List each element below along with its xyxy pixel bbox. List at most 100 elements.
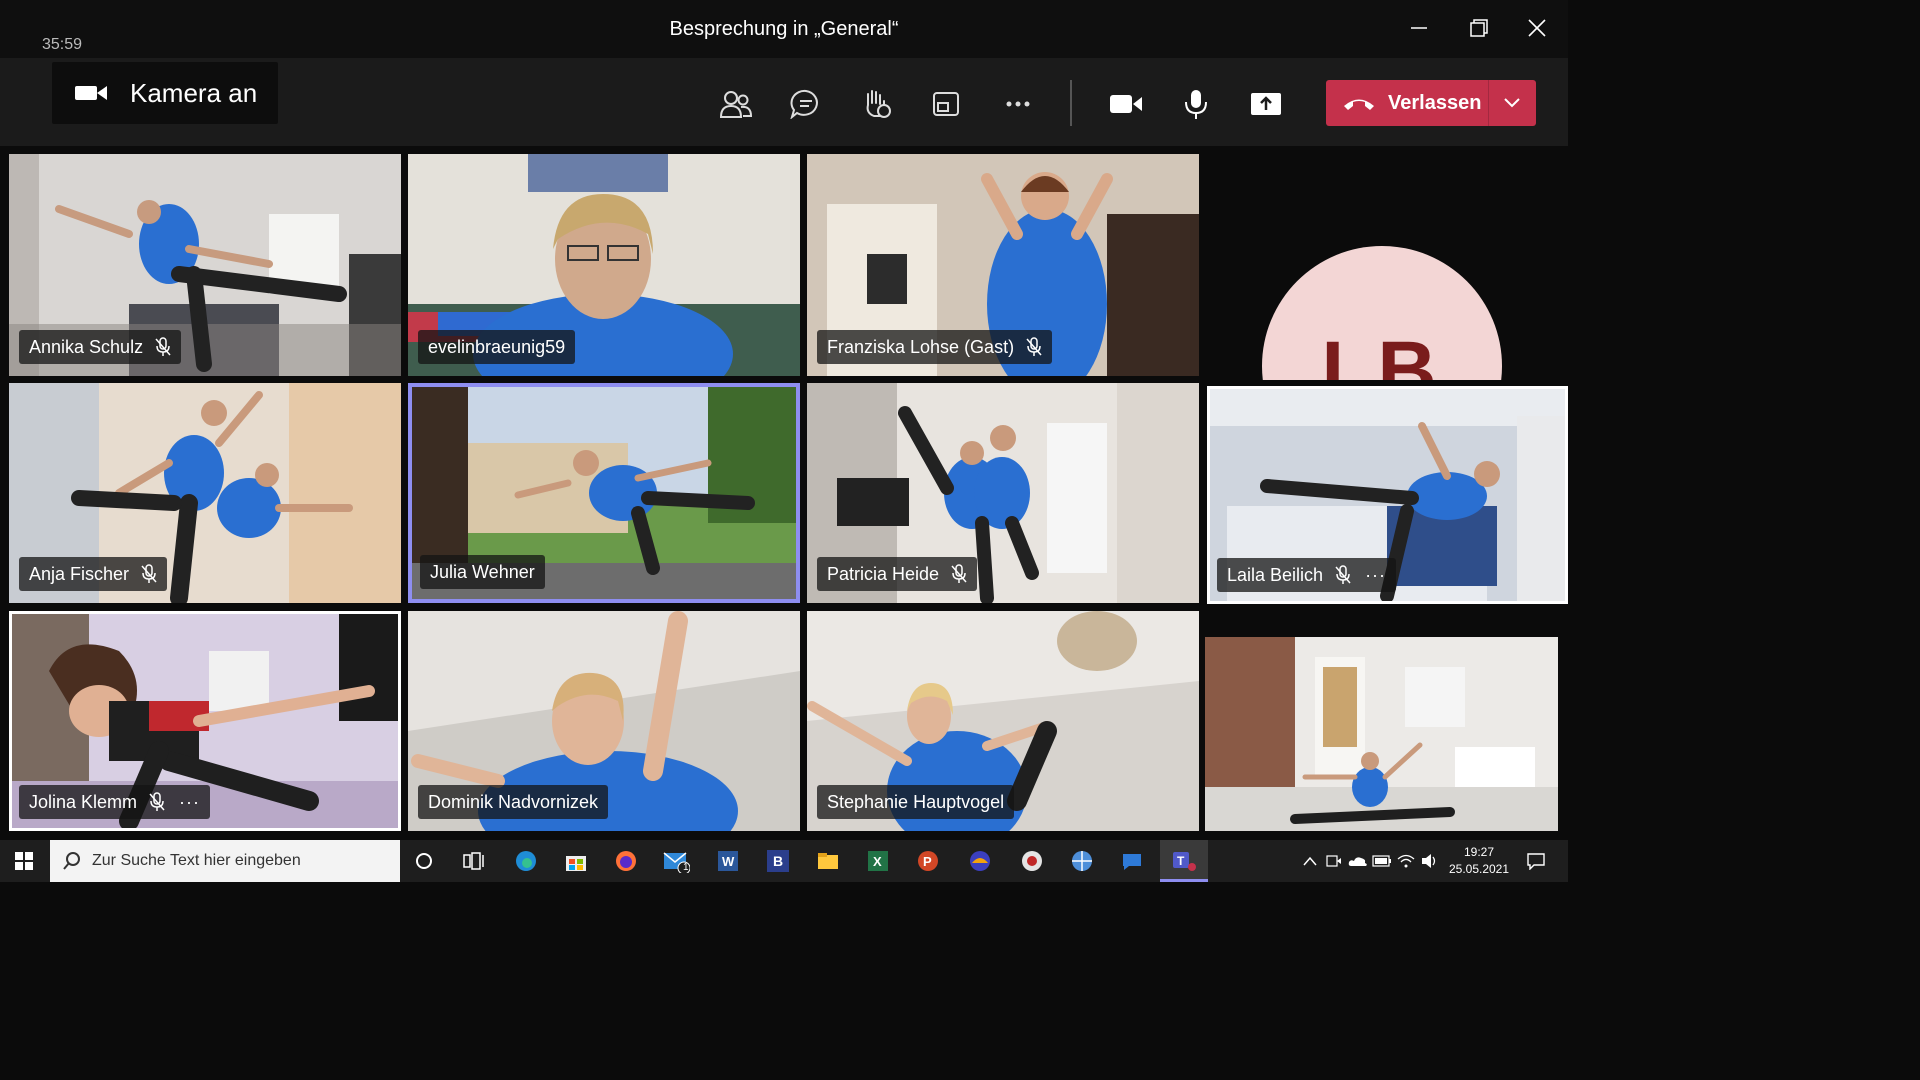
mic-off-icon	[155, 337, 171, 357]
mic-off-icon	[1026, 337, 1042, 357]
svg-text:T: T	[1177, 854, 1185, 868]
volume-icon	[1422, 854, 1436, 868]
participant-name: Stephanie Hauptvogel	[827, 791, 1005, 812]
taskbar-app-11[interactable]	[1116, 846, 1148, 876]
start-button[interactable]	[8, 846, 40, 876]
video-tile[interactable]: evelinbraeunig59	[408, 154, 800, 376]
firefox-icon	[616, 851, 636, 871]
avatar-initials: LB	[1321, 325, 1443, 380]
participant-nametag: Stephanie Hauptvogel	[817, 785, 1015, 819]
taskbar-app-store[interactable]	[560, 846, 592, 876]
leave-divider	[1488, 80, 1489, 126]
participant-name: evelinbraeunig59	[428, 336, 566, 357]
clock-date: 25.05.2021	[1448, 862, 1510, 876]
b-app-icon: B	[767, 850, 789, 872]
camera-toggle-button[interactable]	[1104, 82, 1148, 126]
participant-name: Dominik Nadvornizek	[428, 791, 599, 812]
taskbar-app-9[interactable]	[1016, 846, 1048, 876]
video-tile[interactable]: Stephanie Hauptvogel	[807, 611, 1199, 831]
tooltip-label: Kamera an	[130, 77, 258, 108]
participant-nametag: Dominik Nadvornizek	[418, 785, 609, 819]
tile-more-options[interactable]: ···	[1365, 565, 1386, 586]
participant-name: Laila Beilich	[1227, 564, 1324, 585]
store-icon	[566, 856, 586, 871]
video-tile[interactable]: Jolina Klemm ···	[9, 611, 401, 831]
edge-icon	[516, 851, 536, 871]
video-tile[interactable]: Anja Fischer	[9, 383, 401, 603]
close-button[interactable]	[1512, 8, 1562, 48]
video-tile[interactable]: Annika Schulz	[9, 154, 401, 376]
folder-icon	[818, 853, 838, 869]
leave-button[interactable]: Verlassen	[1326, 80, 1536, 126]
breakout-rooms-button[interactable]	[924, 82, 968, 126]
leave-label: Verlassen	[1388, 91, 1482, 114]
app-icon	[1022, 851, 1042, 871]
mic-toggle-button[interactable]	[1174, 82, 1218, 126]
taskbar-app-firefox[interactable]	[610, 846, 642, 876]
video-tile-self-view[interactable]	[1205, 637, 1558, 831]
camera-icon	[1110, 95, 1142, 113]
globe-icon	[1072, 851, 1092, 871]
chevron-down-icon[interactable]	[1503, 97, 1521, 109]
window-title: Besprechung in „General“	[669, 18, 899, 40]
minimize-button[interactable]	[1394, 8, 1444, 48]
mail-badge: 1	[683, 862, 689, 873]
search-icon	[63, 852, 80, 870]
taskbar-app-8[interactable]	[964, 846, 996, 876]
participant-nametag: Patricia Heide	[817, 557, 978, 591]
share-button[interactable]	[1244, 82, 1288, 126]
windows-icon	[15, 852, 33, 870]
taskbar-app-teams[interactable]: T	[1160, 840, 1208, 882]
participant-nametag: Laila Beilich ···	[1217, 558, 1397, 592]
chevron-up-icon	[1303, 856, 1317, 866]
taskbar-app-10[interactable]	[1066, 846, 1098, 876]
participant-nametag: Annika Schulz	[19, 330, 182, 364]
video-tile[interactable]: Dominik Nadvornizek	[408, 611, 800, 831]
task-view-button[interactable]	[458, 846, 490, 876]
action-center-button[interactable]	[1520, 846, 1552, 876]
taskbar-app-powerpoint[interactable]: P	[912, 846, 944, 876]
participant-nametag: Franziska Lohse (Gast)	[817, 330, 1053, 364]
task-view-icon	[463, 852, 484, 870]
tile-more-options[interactable]: ···	[179, 792, 200, 813]
participants-button[interactable]	[714, 82, 758, 126]
wifi-icon	[1397, 854, 1415, 868]
taskbar-clock[interactable]: 19:27 25.05.2021	[1440, 844, 1518, 878]
video-tile[interactable]: Franziska Lohse (Gast)	[807, 154, 1199, 376]
maximize-button[interactable]	[1454, 8, 1504, 48]
taskbar-app-b[interactable]: B	[762, 846, 794, 876]
mic-icon	[1185, 90, 1207, 119]
svg-text:X: X	[873, 854, 882, 869]
camera-icon	[75, 86, 107, 100]
taskbar-search[interactable]: Zur Suche Text hier eingeben	[50, 840, 400, 882]
taskbar-app-edge[interactable]	[510, 846, 542, 876]
avatar-tile[interactable]: LB	[1205, 152, 1568, 380]
participant-name: Anja Fischer	[29, 563, 130, 584]
raise-hand-button[interactable]	[854, 82, 898, 126]
search-input[interactable]: Zur Suche Text hier eingeben	[92, 852, 301, 870]
video-tile-active-speaker[interactable]: Julia Wehner	[408, 383, 800, 603]
svg-text:W: W	[722, 854, 735, 869]
video-tile[interactable]: Patricia Heide	[807, 383, 1199, 603]
avatar: LB	[1262, 246, 1502, 380]
participant-nametag: Anja Fischer	[19, 557, 168, 591]
participant-name: Franziska Lohse (Gast)	[827, 336, 1015, 357]
more-options-button[interactable]	[996, 82, 1040, 126]
participant-name: Jolina Klemm	[29, 791, 138, 812]
taskbar-app-word[interactable]: W	[712, 846, 744, 876]
hangup-icon	[1344, 99, 1374, 110]
taskbar-app-explorer[interactable]	[812, 846, 844, 876]
toolbar-divider	[1070, 80, 1072, 126]
mic-off-icon	[951, 564, 967, 584]
chat-button[interactable]	[784, 82, 828, 126]
mic-off-icon	[1335, 565, 1351, 585]
video-feed	[1205, 637, 1558, 831]
participant-nametag: evelinbraeunig59	[418, 330, 576, 364]
camera-tray-icon	[1326, 855, 1341, 867]
taskbar-app-excel[interactable]: X	[862, 846, 894, 876]
taskbar: Zur Suche Text hier eingeben 1 W B X P T…	[0, 840, 1568, 882]
video-tile-spotlight[interactable]: Laila Beilich ···	[1207, 386, 1568, 604]
taskbar-app-mail[interactable]: 1	[660, 846, 692, 876]
mic-off-icon	[141, 564, 157, 584]
cortana-button[interactable]	[408, 846, 440, 876]
